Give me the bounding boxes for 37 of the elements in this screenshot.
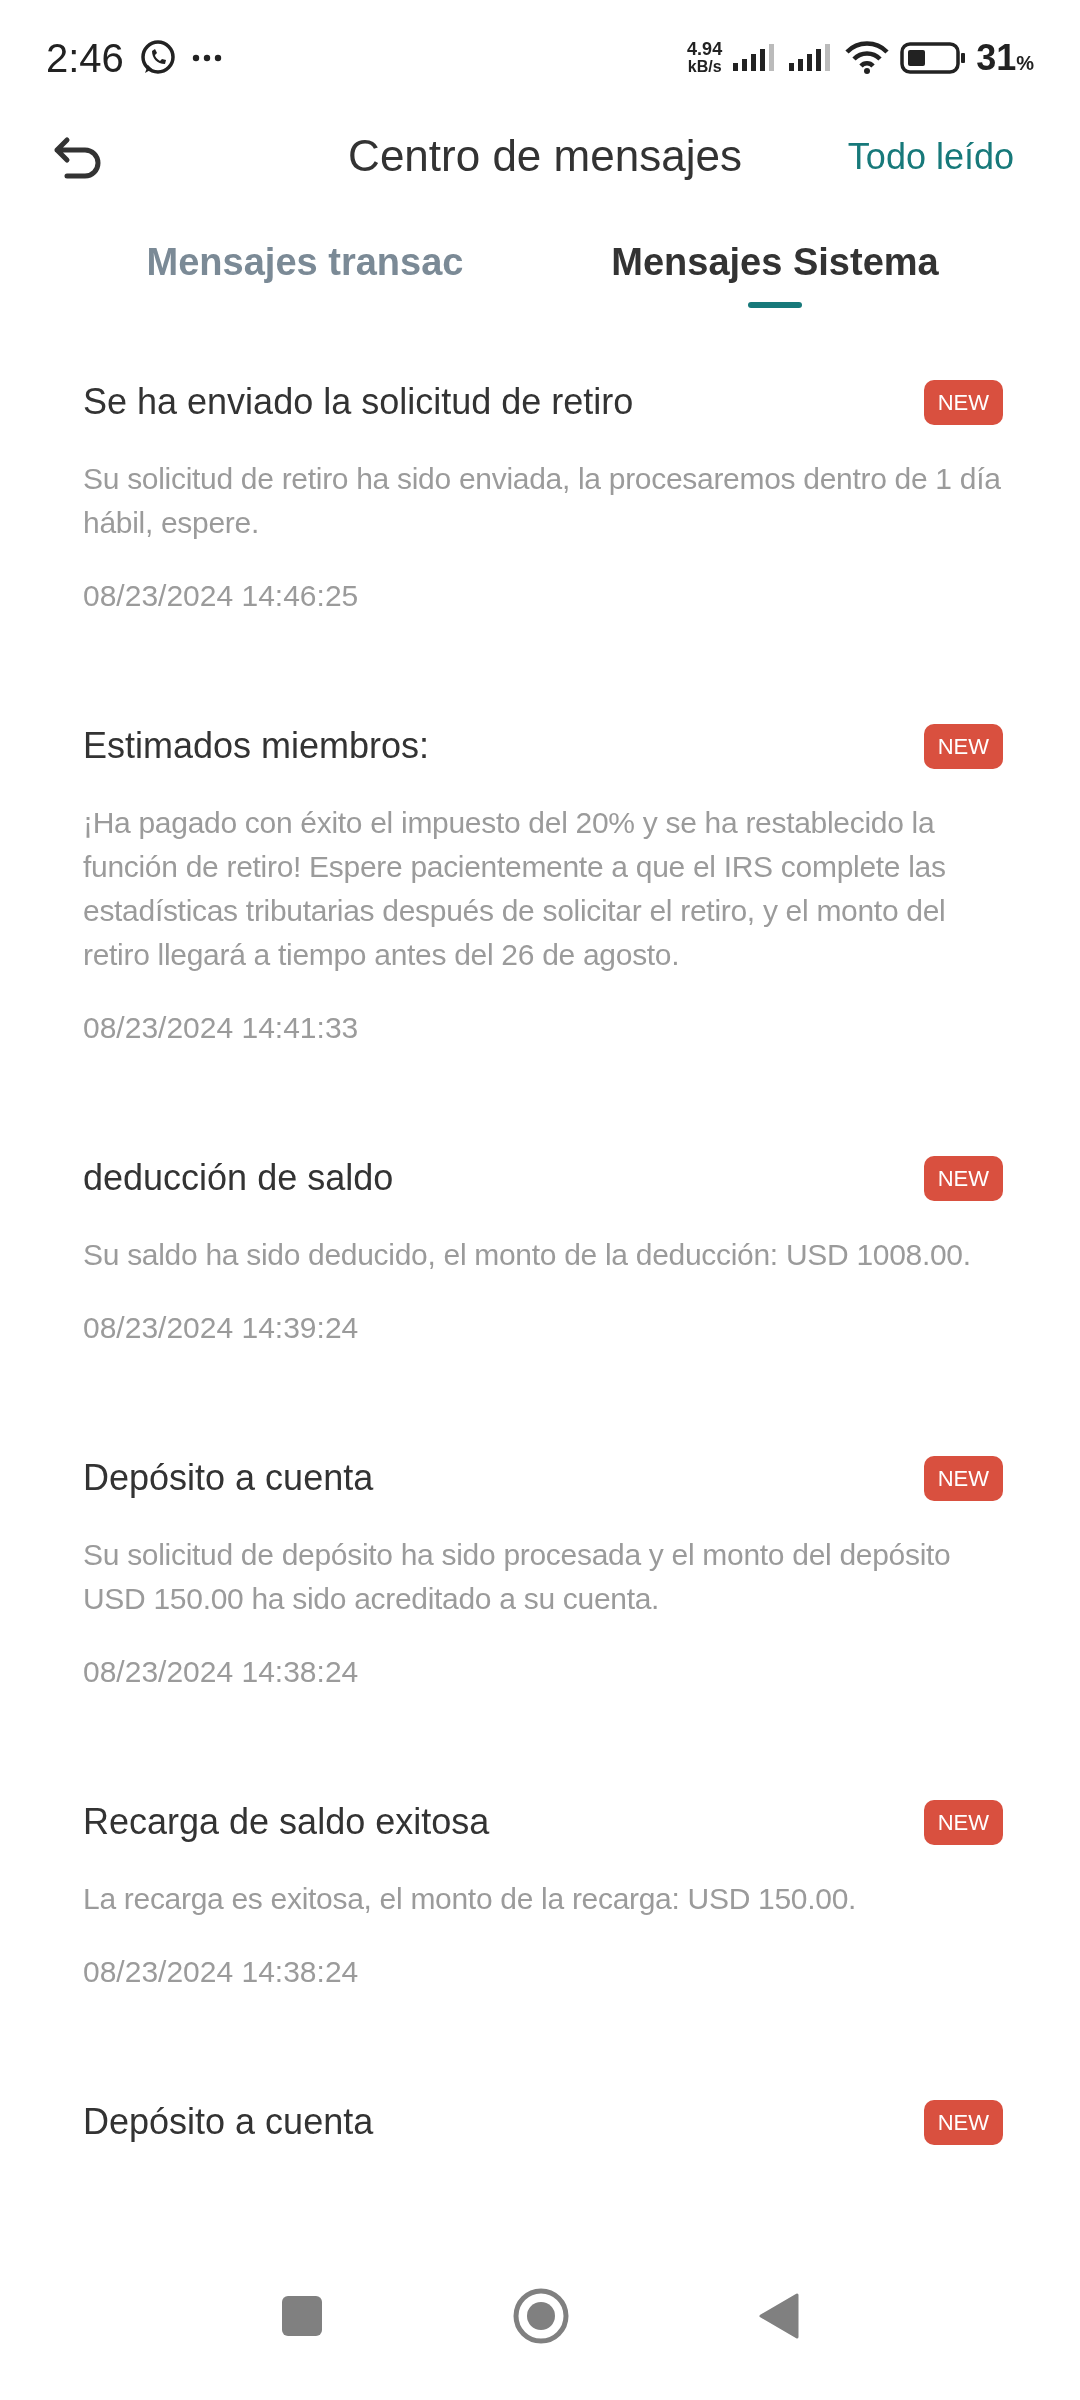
new-badge: NEW <box>923 379 1003 425</box>
status-time: 2:46 <box>46 35 124 82</box>
new-badge: NEW <box>923 723 1003 769</box>
more-notifications-icon <box>191 53 222 63</box>
message-title: Se ha enviado la solicitud de retiro <box>83 380 634 424</box>
message-body: Su solicitud de depósito ha sido procesada y el monto del depósito USD 150.00 ha sido acreditado a su cuenta. <box>83 1537 952 1617</box>
new-badge: NEW <box>923 2099 1003 2145</box>
message-body: Su solicitud de retiro ha sido enviada, la procesaremos dentro de 1 día hábil, espere. <box>83 461 1002 541</box>
message-title: Depósito a cuenta <box>83 2100 374 2144</box>
tab[interactable]: Mensajes transac <box>146 234 464 286</box>
new-badge: NEW <box>923 1455 1003 1501</box>
message-body: Su saldo ha sido deducido, el monto de la deducción: USD 1008.00. <box>83 1237 972 1273</box>
message-title: Depósito a cuenta <box>83 1456 374 1500</box>
message-body: La recarga es exitosa, el monto de la recarga: USD 150.00. <box>83 1881 858 1917</box>
message-date: 08/23/2024 14:39:24 <box>83 1310 360 1346</box>
home-icon <box>513 2288 569 2344</box>
page-title: Centro de mensajes <box>348 130 742 182</box>
new-badge: NEW <box>923 1155 1003 1201</box>
tab[interactable]: Mensajes Sistema <box>611 234 939 286</box>
network-speed: 4.94 <box>687 40 723 58</box>
wifi-icon <box>844 41 891 75</box>
battery-icon <box>900 42 967 74</box>
message-title: deducción de saldo <box>83 1156 394 1200</box>
mark-all-read-link[interactable]: Todo leído <box>847 130 1014 184</box>
message-title: Estimados miembros: <box>83 724 430 768</box>
back-nav-icon <box>759 2293 799 2339</box>
battery-percent-sign: % <box>1016 52 1034 76</box>
message-date: 08/23/2024 14:38:24 <box>83 1954 360 1990</box>
recent-apps-icon <box>281 2295 323 2337</box>
message-date: 08/23/2024 14:46:25 <box>83 578 360 614</box>
message-body: ¡Ha pagado con éxito el impuesto del 20% y se ha restablecido la función de retiro! Espere pacientemente a que el IRS complete las estadísticas tributarias después de solicitar el retiro, y el monto del retiro llegará a tiempo antes del 26 de agosto. <box>83 805 947 973</box>
message-date: 08/23/2024 14:38:24 <box>83 1654 360 1690</box>
network-speed-unit: kB/s <box>687 58 722 76</box>
battery-percent: 31 <box>976 36 1017 80</box>
message-title: Recarga de saldo exitosa <box>83 1800 490 1844</box>
new-badge: NEW <box>923 1799 1003 1845</box>
message-date: 08/23/2024 14:41:33 <box>83 1010 360 1046</box>
